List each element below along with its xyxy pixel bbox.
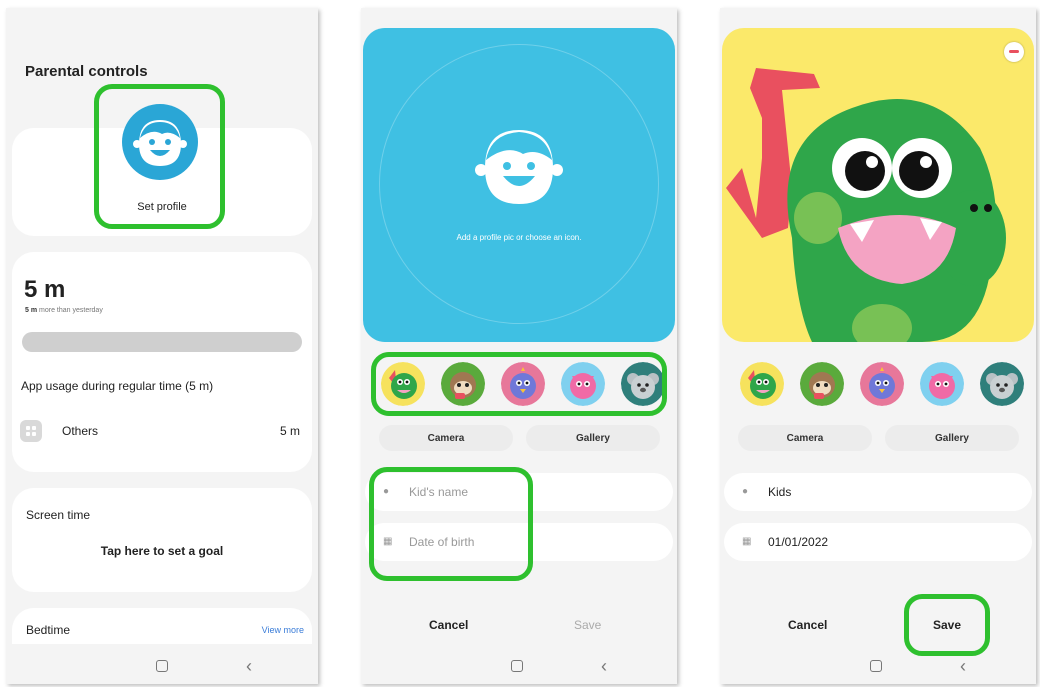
app-usage-title: App usage during regular time (5 m) [21, 379, 214, 393]
kids-name-value: Kids [768, 485, 792, 499]
avatar-bird[interactable] [860, 362, 904, 406]
usage-compare-bold: 5 m [25, 307, 38, 314]
save-button-disabled[interactable]: Save [574, 618, 601, 632]
kids-name-placeholder: Kid's name [409, 485, 468, 499]
avatar-dino-yellow[interactable] [740, 362, 784, 406]
screen-time-goal-link: Tap here to set a goal [100, 544, 224, 558]
cancel-button[interactable]: Cancel [429, 618, 468, 632]
date-of-birth-placeholder: Date of birth [409, 535, 475, 549]
avatar-bird[interactable] [501, 362, 545, 406]
avatar-pink-monster[interactable] [561, 362, 605, 406]
screen-time-title: Screen time [26, 508, 91, 522]
usage-value: 5 m [24, 276, 66, 303]
back-icon[interactable]: ‹ [601, 657, 607, 675]
usage-bar [22, 332, 302, 352]
usage-compare-rest: more than yesterday [39, 307, 103, 314]
kid-face-icon [122, 104, 198, 180]
set-profile-screen: Add a profile pic or choose an icon. Cam… [361, 8, 677, 684]
app-row-value: 5 m [279, 424, 300, 438]
home-icon[interactable] [156, 660, 168, 672]
camera-button[interactable]: Camera [379, 425, 513, 451]
screen-time-card[interactable]: Screen time Tap here to set a goal [12, 488, 312, 592]
person-icon: ● [742, 486, 749, 497]
set-profile-label: Set profile [137, 201, 187, 213]
date-of-birth-field[interactable]: ▦ 01/01/2022 [724, 523, 1032, 561]
home-icon[interactable] [870, 660, 882, 672]
remove-icon[interactable] [1004, 42, 1024, 62]
avatar-koala[interactable] [621, 362, 665, 406]
app-row-label: Others [62, 424, 99, 438]
gallery-button[interactable]: Gallery [885, 425, 1019, 451]
usage-compare: 5 m more than yesterday [25, 307, 103, 314]
photo-hint: Add a profile pic or choose an icon. [456, 233, 582, 242]
kids-name-field[interactable]: ● Kid's name [365, 473, 673, 511]
back-icon[interactable]: ‹ [246, 657, 252, 675]
kids-name-field[interactable]: ● Kids [724, 473, 1032, 511]
view-more-link[interactable]: View more [262, 625, 304, 635]
profile-filled-screen: Camera Gallery ● Kids ▦ 01/01/2022 Cance… [720, 8, 1036, 684]
cancel-button[interactable]: Cancel [788, 618, 827, 632]
bedtime-title: Bedtime [26, 623, 71, 637]
calendar-icon: ▦ [383, 536, 393, 547]
set-profile-button[interactable]: Set profile [100, 90, 224, 224]
date-of-birth-field[interactable]: ▦ Date of birth [365, 523, 673, 561]
avatar-sloth[interactable] [800, 362, 844, 406]
avatar-sloth[interactable] [441, 362, 485, 406]
save-button[interactable]: Save [933, 618, 961, 632]
camera-button[interactable]: Camera [738, 425, 872, 451]
date-of-birth-value: 01/01/2022 [768, 535, 829, 549]
kid-face-icon [471, 120, 567, 210]
gallery-button[interactable]: Gallery [526, 425, 660, 451]
calendar-icon: ▦ [742, 536, 752, 547]
avatar-pink-monster[interactable] [920, 362, 964, 406]
home-icon[interactable] [511, 660, 523, 672]
person-icon: ● [383, 486, 390, 497]
app-row-others[interactable]: Others 5 m [20, 420, 302, 446]
avatar-koala[interactable] [980, 362, 1024, 406]
nav-bar: ‹ [6, 644, 318, 684]
parental-controls-screen: Parental controls Set profile 5 m 5 m mo… [6, 8, 318, 684]
nav-bar: ‹ [720, 644, 1036, 684]
grid-icon [20, 420, 42, 442]
page-title: Parental controls [25, 63, 148, 80]
profile-photo-preview[interactable] [722, 28, 1034, 342]
profile-photo-area[interactable]: Add a profile pic or choose an icon. [363, 28, 675, 342]
avatar-dino-yellow[interactable] [381, 362, 425, 406]
avatar-picker [377, 360, 667, 410]
nav-bar: ‹ [361, 644, 677, 684]
back-icon[interactable]: ‹ [960, 657, 966, 675]
avatar-picker [736, 360, 1026, 410]
dino-illustration [726, 68, 1006, 342]
